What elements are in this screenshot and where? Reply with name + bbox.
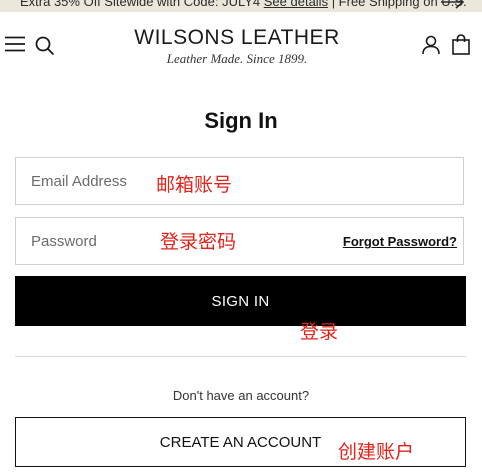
create-account-annotation: 创建账户 <box>338 441 415 463</box>
logo-tagline: Leather Made. Since 1899. <box>166 51 308 66</box>
user-icon[interactable] <box>421 35 441 55</box>
email-field[interactable] <box>15 157 464 205</box>
promo-banner: Extra 35% Off Sitewide with Code: JULY4 … <box>0 0 482 12</box>
promo-see-details-link[interactable]: See details <box>264 0 328 9</box>
no-account-text: Don't have an account? <box>172 388 310 403</box>
page-title: Sign In <box>204 108 278 133</box>
password-annotation: 登录密码 <box>160 231 237 253</box>
sign-in-annotation: 登录 <box>300 321 339 343</box>
divider <box>15 356 466 357</box>
hamburger-menu-icon[interactable] <box>5 36 25 52</box>
sign-in-button[interactable]: SIGN IN <box>15 276 466 326</box>
promo-text: Extra 35% Off Sitewide with Code: JULY4 … <box>20 0 467 10</box>
arrow-right-icon[interactable] <box>440 0 466 10</box>
email-input[interactable] <box>16 158 463 204</box>
email-annotation: 邮箱账号 <box>156 174 233 196</box>
password-field[interactable]: Forgot Password? <box>15 217 464 265</box>
shopping-bag-icon[interactable] <box>451 34 471 55</box>
promo-message: Extra 35% Off Sitewide with Code: JULY4 <box>20 0 264 9</box>
wilsons-leather-logo[interactable]: WILSONS LEATHER Leather Made. Since 1899… <box>121 26 353 66</box>
sign-in-page: Extra 35% Off Sitewide with Code: JULY4 … <box>0 0 482 475</box>
search-icon[interactable] <box>35 36 55 56</box>
logo-wordmark: WILSONS LEATHER <box>134 26 340 49</box>
site-header: WILSONS LEATHER Leather Made. Since 1899… <box>0 12 482 74</box>
forgot-password-link[interactable]: Forgot Password? <box>343 234 457 249</box>
